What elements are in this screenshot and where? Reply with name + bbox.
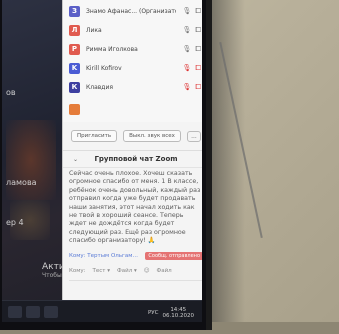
participant-name: Kirill Kofirov bbox=[86, 64, 122, 72]
participant-controls: 🎙 ⧠ bbox=[183, 45, 202, 54]
background-label: ламова bbox=[6, 178, 37, 187]
taskbar-app[interactable] bbox=[26, 306, 40, 318]
status-badge: Сообщ. отправлено bbox=[145, 252, 202, 260]
video-off-icon[interactable]: ⧠ bbox=[195, 83, 201, 92]
more-button[interactable]: ... bbox=[186, 130, 201, 142]
chat-header: ⌄ Групповой чат Zoom bbox=[63, 150, 202, 168]
video-off-icon[interactable]: ⧠ bbox=[195, 45, 201, 54]
wallpaper-shape bbox=[6, 120, 56, 200]
avatar: K bbox=[69, 62, 80, 74]
video-off-icon[interactable]: ⧠ bbox=[195, 64, 201, 73]
video-off-icon[interactable]: ⧠ bbox=[195, 26, 201, 35]
chat-message: Сейчас очень плохое. Хочеш сказать огром… bbox=[69, 170, 201, 245]
participant-row[interactable]: З Знамо Афанас... (Организатор, я) 🎙 ⧠ bbox=[63, 2, 202, 20]
system-tray: РУС 14:45 06.10.2020 bbox=[148, 307, 194, 319]
participant-name: Знамо Афанас... (Организатор, я) bbox=[86, 7, 176, 15]
microphone-icon[interactable]: 🎙 bbox=[183, 45, 192, 54]
background-label: ов bbox=[6, 88, 16, 97]
participant-controls: 🎙 ⧠ bbox=[183, 7, 202, 16]
zoom-window: З Знамо Афанас... (Организатор, я) 🎙 ⧠ Л… bbox=[62, 0, 202, 300]
participant-row[interactable]: Л Лика 🎙 ⧠ bbox=[63, 21, 202, 39]
invite-button[interactable]: Пригласить bbox=[71, 130, 118, 142]
participant-controls: 🎙 ⧠ bbox=[183, 64, 202, 73]
monitor: ов ламова ер 4 Акти Чтобы а… перейди… З … bbox=[0, 0, 212, 330]
avatar: Р bbox=[69, 43, 80, 55]
avatar bbox=[69, 103, 80, 115]
participant-name: Лика bbox=[86, 26, 102, 34]
chat-title: Групповой чат Zoom bbox=[94, 155, 178, 163]
background-label: ер 4 bbox=[6, 218, 24, 227]
taskbar-app[interactable] bbox=[44, 306, 58, 318]
participant-controls: 🎙 ⧠ bbox=[183, 83, 202, 92]
to-dropdown[interactable]: Кому: bbox=[69, 268, 86, 274]
participant-actions: Пригласить Выкл. звук всех ... bbox=[63, 128, 202, 144]
microphone-muted-icon[interactable]: 🎙 bbox=[183, 83, 192, 92]
chat-input[interactable] bbox=[69, 280, 202, 299]
avatar: З bbox=[69, 5, 80, 17]
emoji-icon[interactable]: ☺ bbox=[144, 268, 150, 274]
avatar: К bbox=[69, 81, 80, 93]
recipient-dropdown[interactable]: Тест ▾ bbox=[93, 268, 110, 274]
participant-row[interactable]: Р Римма Иголкова 🎙 ⧠ bbox=[63, 40, 202, 58]
participant-name: Римма Иголкова bbox=[86, 45, 138, 53]
chat-input-toolbar: Кому: Тест ▾ Файл ▾ ☺ Файл bbox=[69, 266, 202, 276]
clock[interactable]: 14:45 06.10.2020 bbox=[163, 307, 195, 319]
mute-all-button[interactable]: Выкл. звук всех bbox=[123, 130, 181, 142]
file-button[interactable]: Файл bbox=[156, 268, 171, 274]
microphone-icon[interactable]: 🎙 bbox=[183, 26, 192, 35]
participant-name: Клавдия bbox=[86, 83, 113, 91]
taskbar: РУС 14:45 06.10.2020 bbox=[2, 300, 202, 322]
file-dropdown[interactable]: Файл ▾ bbox=[117, 268, 137, 274]
participant-row[interactable]: К Клавдия 🎙 ⧠ bbox=[63, 78, 202, 96]
avatar: Л bbox=[69, 24, 80, 36]
language-indicator[interactable]: РУС bbox=[148, 310, 159, 316]
clock-date: 06.10.2020 bbox=[162, 313, 195, 319]
message-recipient: Кому: Тертым Ольгам… Сообщ. отправлено bbox=[69, 250, 202, 262]
screen: ов ламова ер 4 Акти Чтобы а… перейди… З … bbox=[2, 0, 202, 322]
participants-list: З Знамо Афанас... (Организатор, я) 🎙 ⧠ Л… bbox=[63, 0, 202, 122]
recipient-label[interactable]: Кому: Тертым Ольгам… bbox=[69, 253, 138, 259]
participant-controls: 🎙 ⧠ bbox=[183, 26, 202, 35]
participant-row[interactable]: K Kirill Kofirov 🎙 ⧠ bbox=[63, 59, 202, 77]
chevron-down-icon[interactable]: ⌄ bbox=[73, 156, 78, 163]
microphone-muted-icon[interactable]: 🎙 bbox=[183, 64, 192, 73]
video-off-icon[interactable]: ⧠ bbox=[195, 7, 201, 16]
participant-row[interactable] bbox=[63, 100, 202, 118]
start-button[interactable] bbox=[8, 306, 22, 318]
microphone-icon[interactable]: 🎙 bbox=[183, 7, 192, 16]
